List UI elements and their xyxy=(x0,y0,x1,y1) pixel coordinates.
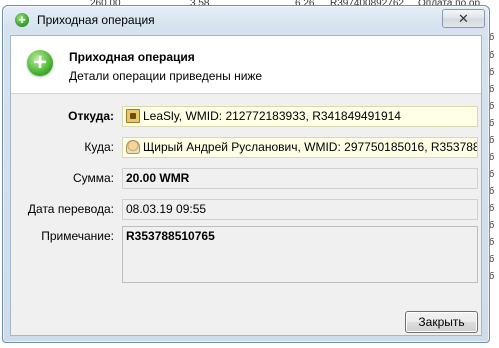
dialog-header: + Приходная операция Детали операции при… xyxy=(11,36,481,94)
window-close-button[interactable]: ✕ xyxy=(442,9,485,28)
wallet-icon xyxy=(126,109,140,123)
background-cell: б xyxy=(489,135,495,145)
title-bar[interactable]: + Приходная операция ✕ xyxy=(3,6,489,34)
from-value: LeaSly, WMID: 212772183933, R34184949191… xyxy=(143,109,401,123)
background-cell: б xyxy=(489,203,495,213)
background-cell: б xyxy=(489,220,495,230)
background-cell: б xyxy=(489,50,495,60)
dialog-content: + Приходная операция Детали операции при… xyxy=(10,35,482,336)
from-label: Откуда: xyxy=(68,109,114,123)
background-cell: б xyxy=(489,101,495,111)
date-label: Дата перевода: xyxy=(27,202,114,216)
background-cell: б xyxy=(489,254,495,264)
note-label-wrap: Примечание: xyxy=(11,229,114,249)
date-field[interactable]: 08.03.19 09:55 xyxy=(122,199,478,220)
background-cell: б xyxy=(489,271,495,281)
background-cell: б xyxy=(489,169,495,179)
plus-circle-icon: + xyxy=(27,50,53,76)
note-label: Примечание: xyxy=(41,229,114,243)
amount-field[interactable]: 20.00 WMR xyxy=(122,168,478,189)
to-label-wrap: Куда: xyxy=(11,140,114,160)
amount-label: Сумма: xyxy=(72,171,114,185)
background-cell: б xyxy=(489,237,495,247)
background-cell: б xyxy=(489,186,495,196)
date-label-wrap: Дата перевода: xyxy=(11,202,114,222)
from-label-wrap: Откуда: xyxy=(11,109,114,129)
from-field[interactable]: LeaSly, WMID: 212772183933, R34184949191… xyxy=(122,106,478,127)
to-field[interactable]: Щирый Андрей Русланович, WMID: 297750185… xyxy=(122,137,478,158)
note-field[interactable]: R353788510765 xyxy=(122,226,478,283)
background-cell: б xyxy=(489,67,495,77)
background-cell: б xyxy=(489,118,495,128)
header-title: Приходная операция xyxy=(69,50,195,64)
amount-label-wrap: Сумма: xyxy=(11,171,114,191)
background-cell: б xyxy=(489,152,495,162)
window-title: Приходная операция xyxy=(37,13,155,27)
header-subtitle: Детали операции приведены ниже xyxy=(69,69,263,83)
person-icon xyxy=(126,140,140,154)
plus-icon: + xyxy=(15,13,29,27)
to-value: Щирый Андрей Русланович, WMID: 297750185… xyxy=(143,140,477,154)
close-button[interactable]: Закрыть xyxy=(405,311,478,333)
background-cell: б xyxy=(489,84,495,94)
to-label: Куда: xyxy=(84,140,114,154)
incoming-operation-dialog: + Приходная операция ✕ + Приходная опера… xyxy=(2,5,490,343)
background-cell: б xyxy=(489,32,495,42)
